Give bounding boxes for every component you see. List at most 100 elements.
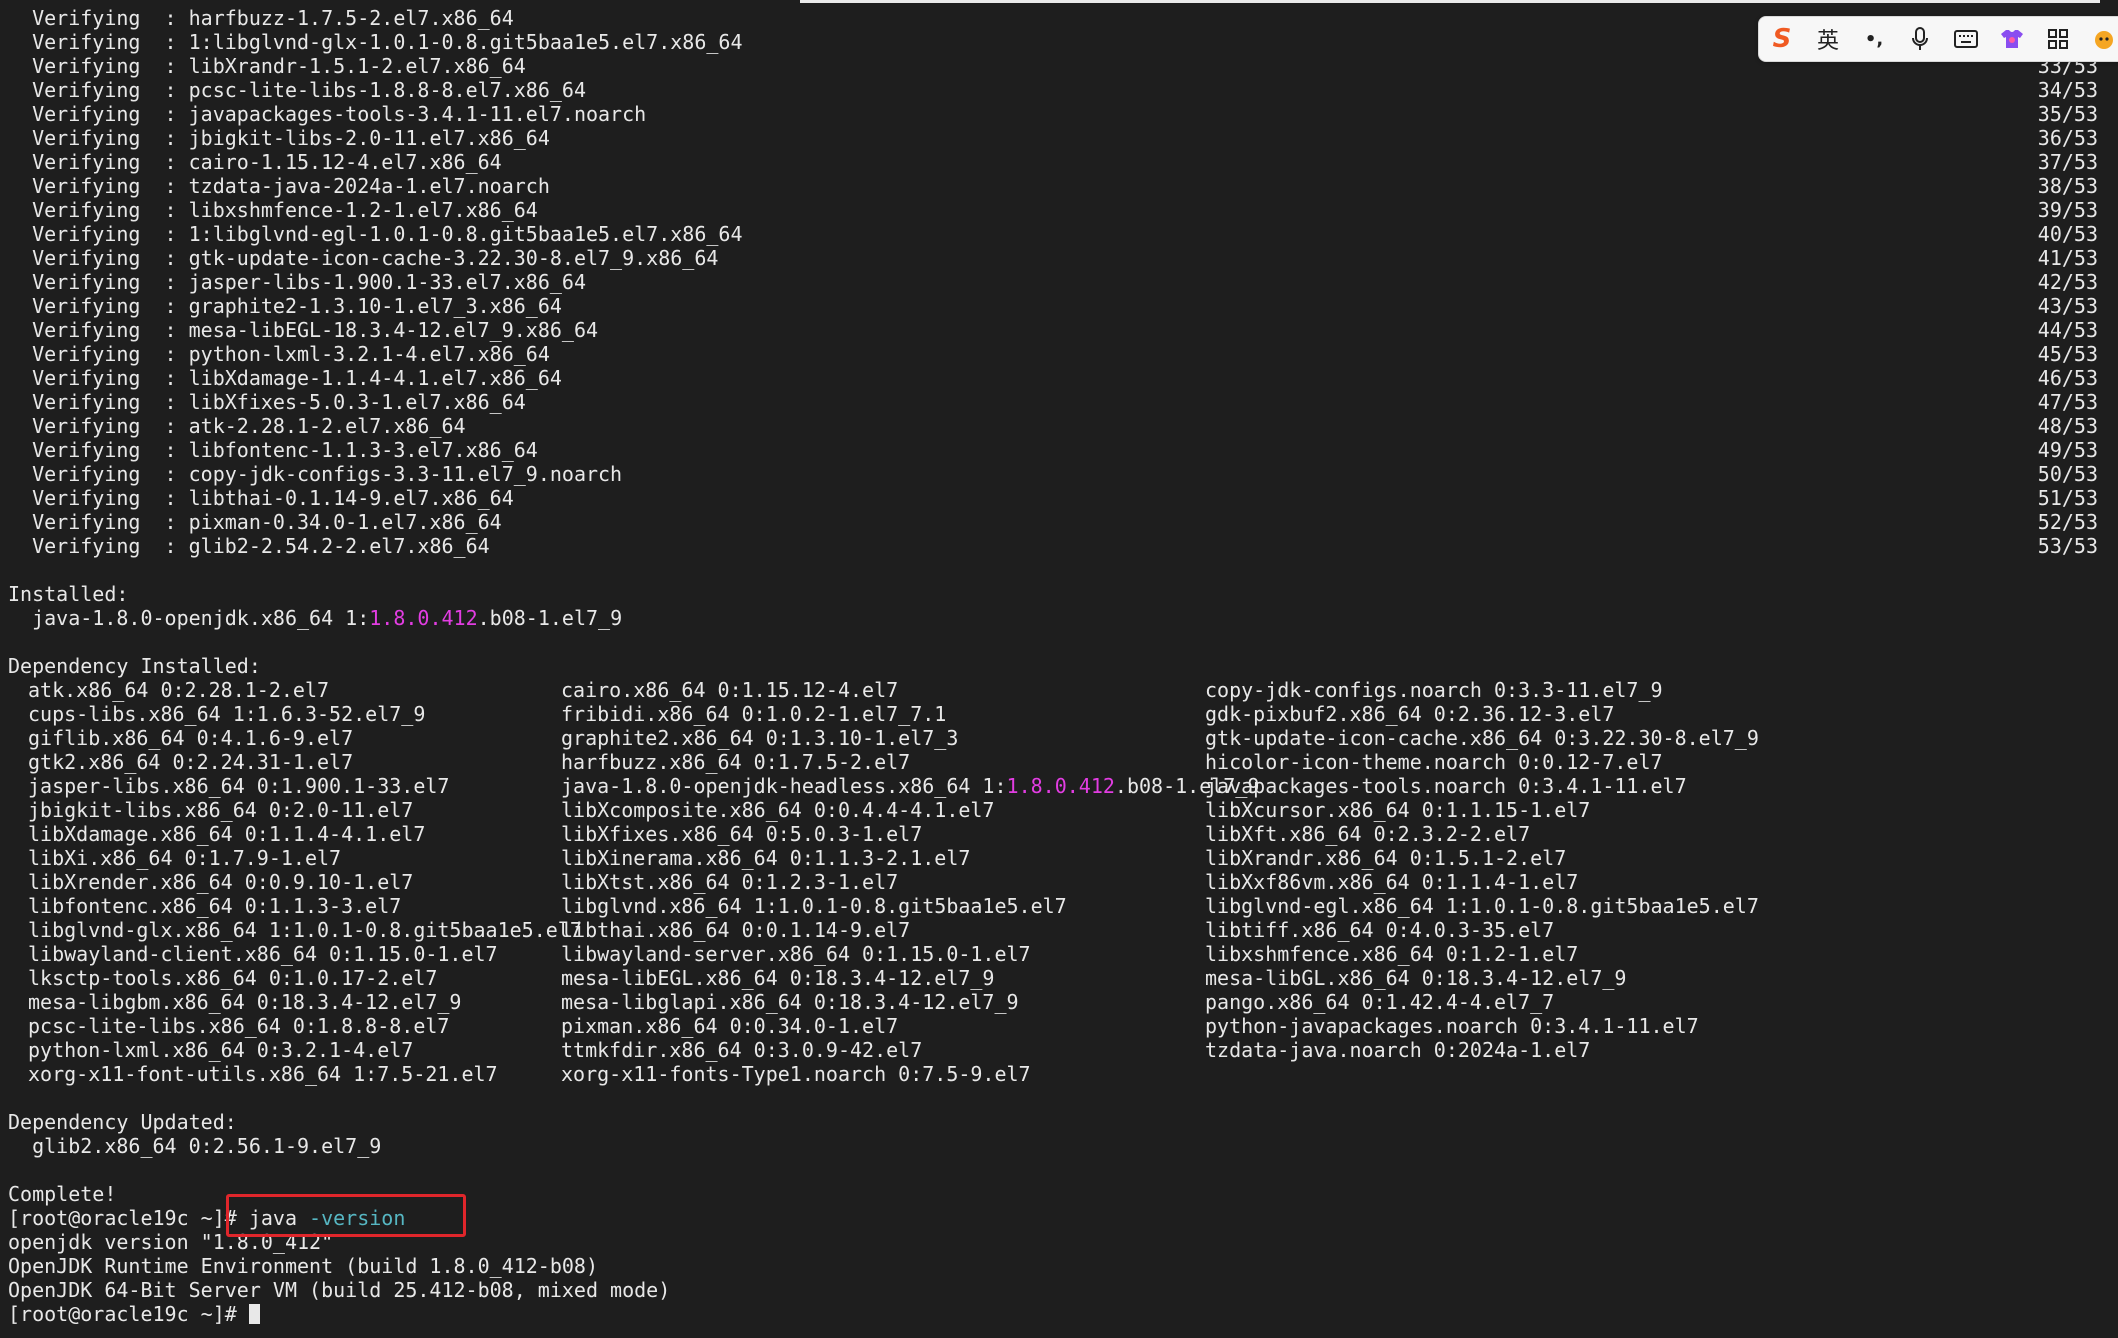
verify-package: mesa-libEGL-18.3.4-12.el7_9.x86_64 xyxy=(188,318,599,342)
verify-line: Verifying : jbigkit-libs-2.0-11.el7.x86_… xyxy=(8,126,2098,150)
verify-line: Verifying : mesa-libEGL-18.3.4-12.el7_9.… xyxy=(8,318,2098,342)
verify-package: libXrandr-1.5.1-2.el7.x86_64 xyxy=(188,54,526,78)
dep-package: mesa-libGL.x86_64 0:18.3.4-12.el7_9 xyxy=(1205,966,1627,990)
java-version-output: OpenJDK 64-Bit Server VM (build 25.412-b… xyxy=(8,1278,671,1302)
dep-package: libfontenc.x86_64 0:1.1.3-3.el7 xyxy=(28,894,402,918)
verify-count: 41/53 xyxy=(2037,246,2098,270)
dep-pkg-version: 1.8.0.412 xyxy=(1006,774,1115,798)
dep-package: mesa-libEGL.x86_64 0:18.3.4-12.el7_9 xyxy=(561,966,995,990)
verify-label: Verifying xyxy=(8,30,141,54)
verify-label: Verifying xyxy=(8,462,141,486)
verify-count: 39/53 xyxy=(2037,198,2098,222)
verify-label: Verifying xyxy=(8,102,141,126)
verify-package: libxshmfence-1.2-1.el7.x86_64 xyxy=(188,198,538,222)
ime-logo-glyph: S xyxy=(1772,24,1792,54)
dep-package: javapackages-tools.noarch 0:3.4.1-11.el7 xyxy=(1205,774,1687,798)
verify-count: 40/53 xyxy=(2037,222,2098,246)
output-line: OpenJDK Runtime Environment (build 1.8.0… xyxy=(8,1254,2098,1278)
dep-package: gdk-pixbuf2.x86_64 0:2.36.12-3.el7 xyxy=(1205,702,1615,726)
verify-line: Verifying : tzdata-java-2024a-1.el7.noar… xyxy=(8,174,2098,198)
verify-line: Verifying : jasper-libs-1.900.1-33.el7.x… xyxy=(8,270,2098,294)
dep-package: xorg-x11-font-utils.x86_64 1:7.5-21.el7 xyxy=(28,1062,498,1086)
dep-package: ttmkfdir.x86_64 0:3.0.9-42.el7 xyxy=(561,1038,923,1062)
verify-package: libfontenc-1.1.3-3.el7.x86_64 xyxy=(188,438,538,462)
mic-icon[interactable] xyxy=(1897,17,1943,61)
verify-package: 1:libglvnd-glx-1.0.1-0.8.git5baa1e5.el7.… xyxy=(188,30,743,54)
verify-count: 46/53 xyxy=(2037,366,2098,390)
dep-package: libglvnd.x86_64 1:1.0.1-0.8.git5baa1e5.e… xyxy=(561,894,1067,918)
verify-label: Verifying xyxy=(8,390,141,414)
dep-row: libXrender.x86_64 0:0.9.10-1.el7 libXtst.… xyxy=(8,870,2098,894)
mascot-icon[interactable] xyxy=(2081,17,2118,61)
dep-package: gtk-update-icon-cache.x86_64 0:3.22.30-8… xyxy=(1205,726,1759,750)
top-scrollbar[interactable] xyxy=(800,0,2100,3)
dep-package: tzdata-java.noarch 0:2024a-1.el7 xyxy=(1205,1038,1591,1062)
verify-count: 53/53 xyxy=(2037,534,2098,558)
verify-label: Verifying xyxy=(8,174,141,198)
dep-package: libthai.x86_64 0:0.1.14-9.el7 xyxy=(561,918,911,942)
verify-package: copy-jdk-configs-3.3-11.el7_9.noarch xyxy=(188,462,623,486)
dep-package: graphite2.x86_64 0:1.3.10-1.el7_3 xyxy=(561,726,959,750)
verify-label: Verifying xyxy=(8,534,141,558)
output-line: OpenJDK 64-Bit Server VM (build 25.412-b… xyxy=(8,1278,2098,1302)
installed-header-text: Installed: xyxy=(8,582,129,606)
verify-label: Verifying xyxy=(8,78,141,102)
verify-count: 51/53 xyxy=(2037,486,2098,510)
verify-label: Verifying xyxy=(8,198,141,222)
dep-row: libfontenc.x86_64 0:1.1.3-3.el7 libglvnd.… xyxy=(8,894,2098,918)
dep-package: jasper-libs.x86_64 0:1.900.1-33.el7 xyxy=(28,774,450,798)
verify-package: libthai-0.1.14-9.el7.x86_64 xyxy=(188,486,514,510)
punctuation-icon[interactable]: •, xyxy=(1851,17,1897,61)
dep-package: libXdamage.x86_64 0:1.1.4-4.1.el7 xyxy=(28,822,426,846)
sogou-logo-icon[interactable]: S xyxy=(1759,17,1805,61)
verify-package: javapackages-tools-3.4.1-11.el7.noarch xyxy=(188,102,647,126)
verify-count: 52/53 xyxy=(2037,510,2098,534)
dep-package: copy-jdk-configs.noarch 0:3.3-11.el7_9 xyxy=(1205,678,1663,702)
keyboard-icon[interactable] xyxy=(1943,17,1989,61)
grid-icon[interactable] xyxy=(2035,17,2081,61)
dep-package: libtiff.x86_64 0:4.0.3-35.el7 xyxy=(1205,918,1555,942)
verify-count: 42/53 xyxy=(2037,270,2098,294)
text-cursor xyxy=(248,1304,260,1324)
verify-count: 38/53 xyxy=(2037,174,2098,198)
dep-package: jbigkit-libs.x86_64 0:2.0-11.el7 xyxy=(28,798,414,822)
complete-text: Complete! xyxy=(8,1182,117,1206)
dep-package: libXrender.x86_64 0:0.9.10-1.el7 xyxy=(28,870,414,894)
verify-label: Verifying xyxy=(8,438,141,462)
ime-lang-toggle[interactable]: 英 xyxy=(1805,17,1851,61)
dep-row: libwayland-client.x86_64 0:1.15.0-1.el7 l… xyxy=(8,942,2098,966)
dep-package: libXi.x86_64 0:1.7.9-1.el7 xyxy=(28,846,342,870)
verify-line: Verifying : gtk-update-icon-cache-3.22.3… xyxy=(8,246,2098,270)
dep-package: libwayland-client.x86_64 0:1.15.0-1.el7 xyxy=(28,942,498,966)
verify-line: Verifying : graphite2-1.3.10-1.el7_3.x86… xyxy=(8,294,2098,318)
verify-package: python-lxml-3.2.1-4.el7.x86_64 xyxy=(188,342,550,366)
dep-package: gtk2.x86_64 0:2.24.31-1.el7 xyxy=(28,750,354,774)
verify-label: Verifying xyxy=(8,6,141,30)
dep-package: harfbuzz.x86_64 0:1.7.5-2.el7 xyxy=(561,750,911,774)
verify-label: Verifying xyxy=(8,366,141,390)
dep-package: mesa-libglapi.x86_64 0:18.3.4-12.el7_9 xyxy=(561,990,1019,1014)
installed-pkg-version: 1.8.0.412 xyxy=(369,606,478,630)
dep-row: libXi.x86_64 0:1.7.9-1.el7 libXinerama.x8… xyxy=(8,846,2098,870)
dep-updated-header: Dependency Updated: xyxy=(8,1110,2098,1134)
verify-line: Verifying : cairo-1.15.12-4.el7.x86_64 37… xyxy=(8,150,2098,174)
shirt-icon[interactable] xyxy=(1989,17,2035,61)
dep-row: giflib.x86_64 0:4.1.6-9.el7 graphite2.x86… xyxy=(8,726,2098,750)
verify-package: cairo-1.15.12-4.el7.x86_64 xyxy=(188,150,502,174)
dep-package: pango.x86_64 0:1.42.4-4.el7_7 xyxy=(1205,990,1555,1014)
dep-installed-header-text: Dependency Installed: xyxy=(8,654,261,678)
verify-line: Verifying : libthai-0.1.14-9.el7.x86_64 5… xyxy=(8,486,2098,510)
verify-label: Verifying xyxy=(8,414,141,438)
verify-line: Verifying : atk-2.28.1-2.el7.x86_64 48/53 xyxy=(8,414,2098,438)
dep-package: cairo.x86_64 0:1.15.12-4.el7 xyxy=(561,678,899,702)
verify-label: Verifying xyxy=(8,318,141,342)
dep-row: python-lxml.x86_64 0:3.2.1-4.el7 ttmkfdir… xyxy=(8,1038,2098,1062)
verify-count: 44/53 xyxy=(2037,318,2098,342)
dep-row: gtk2.x86_64 0:2.24.31-1.el7 harfbuzz.x86_… xyxy=(8,750,2098,774)
dep-package: libXrandr.x86_64 0:1.5.1-2.el7 xyxy=(1205,846,1567,870)
terminal[interactable]: Verifying : harfbuzz-1.7.5-2.el7.x86_64 … xyxy=(8,6,2098,1326)
verify-label: Verifying xyxy=(8,486,141,510)
java-version-output: OpenJDK Runtime Environment (build 1.8.0… xyxy=(8,1254,599,1278)
